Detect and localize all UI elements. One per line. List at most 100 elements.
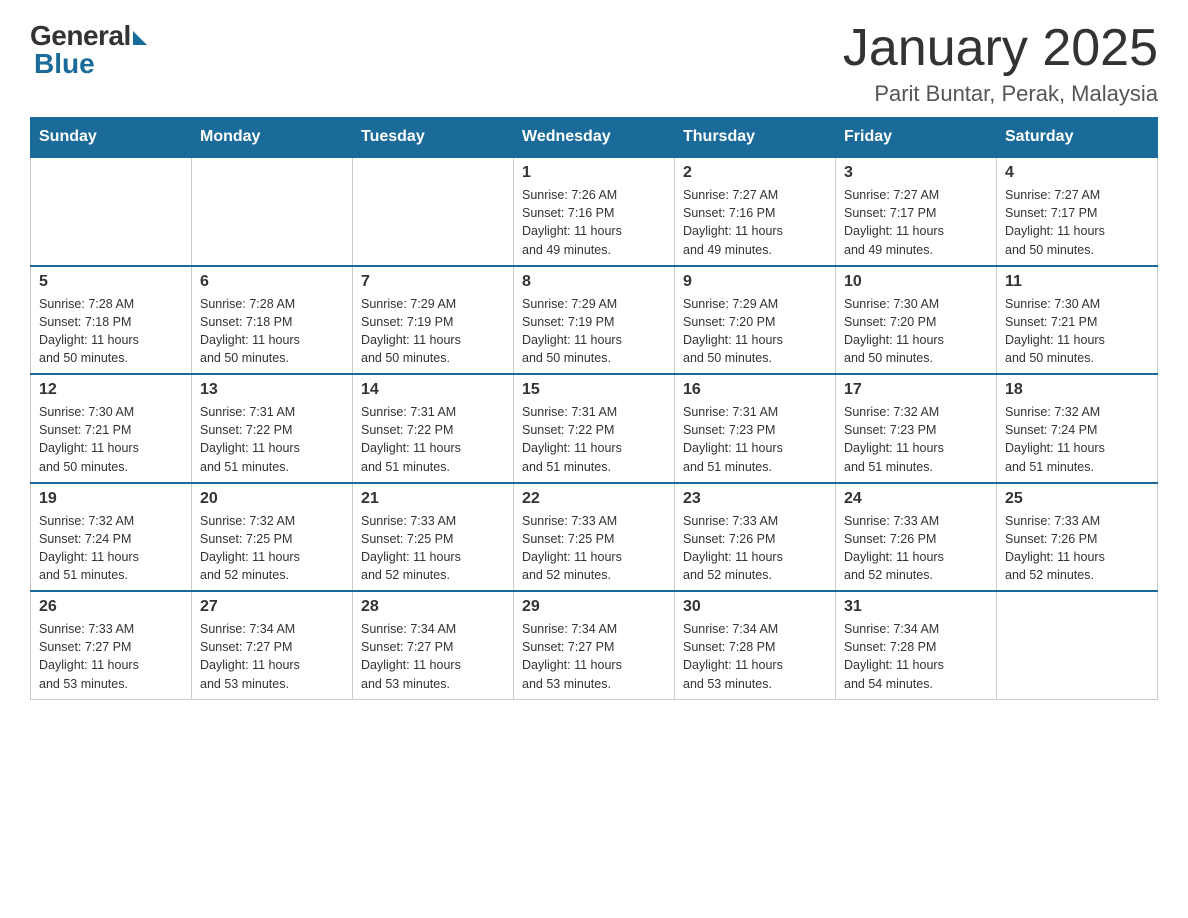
day-info: Sunrise: 7:32 AM Sunset: 7:23 PM Dayligh…: [844, 403, 988, 476]
day-cell-18: 18 Sunrise: 7:32 AM Sunset: 7:24 PM Dayli…: [997, 374, 1158, 483]
weekday-header-friday: Friday: [836, 118, 997, 158]
day-info: Sunrise: 7:33 AM Sunset: 7:26 PM Dayligh…: [844, 512, 988, 585]
day-info: Sunrise: 7:27 AM Sunset: 7:17 PM Dayligh…: [1005, 186, 1149, 259]
weekday-header-monday: Monday: [192, 118, 353, 158]
empty-cell: [353, 157, 514, 266]
day-number: 26: [39, 598, 183, 616]
day-cell-1: 1 Sunrise: 7:26 AM Sunset: 7:16 PM Daylig…: [514, 157, 675, 266]
logo-arrow-icon: [133, 31, 147, 45]
day-cell-30: 30 Sunrise: 7:34 AM Sunset: 7:28 PM Dayli…: [675, 591, 836, 699]
weekday-header-wednesday: Wednesday: [514, 118, 675, 158]
day-info: Sunrise: 7:33 AM Sunset: 7:27 PM Dayligh…: [39, 620, 183, 693]
day-number: 18: [1005, 381, 1149, 399]
logo: General Blue: [30, 20, 147, 80]
day-number: 1: [522, 164, 666, 182]
day-cell-24: 24 Sunrise: 7:33 AM Sunset: 7:26 PM Dayli…: [836, 483, 997, 592]
day-info: Sunrise: 7:31 AM Sunset: 7:23 PM Dayligh…: [683, 403, 827, 476]
day-number: 24: [844, 490, 988, 508]
day-cell-29: 29Sunrise: 7:34 AM Sunset: 7:27 PM Dayli…: [514, 591, 675, 699]
day-info: Sunrise: 7:27 AM Sunset: 7:17 PM Dayligh…: [844, 186, 988, 259]
day-info: Sunrise: 7:28 AM Sunset: 7:18 PM Dayligh…: [200, 295, 344, 368]
day-info: Sunrise: 7:32 AM Sunset: 7:24 PM Dayligh…: [1005, 403, 1149, 476]
day-number: 27: [200, 598, 344, 616]
day-cell-8: 8 Sunrise: 7:29 AM Sunset: 7:19 PM Daylig…: [514, 266, 675, 375]
day-cell-31: 31 Sunrise: 7:34 AM Sunset: 7:28 PM Dayli…: [836, 591, 997, 699]
location-title: Parit Buntar, Perak, Malaysia: [843, 81, 1158, 107]
day-cell-9: 9Sunrise: 7:29 AM Sunset: 7:20 PM Daylig…: [675, 266, 836, 375]
day-info: Sunrise: 7:30 AM Sunset: 7:21 PM Dayligh…: [39, 403, 183, 476]
day-number: 31: [844, 598, 988, 616]
week-row-5: 26 Sunrise: 7:33 AM Sunset: 7:27 PM Dayli…: [31, 591, 1158, 699]
day-info: Sunrise: 7:30 AM Sunset: 7:21 PM Dayligh…: [1005, 295, 1149, 368]
day-cell-22: 22Sunrise: 7:33 AM Sunset: 7:25 PM Dayli…: [514, 483, 675, 592]
page-header: General Blue January 2025 Parit Buntar, …: [30, 20, 1158, 107]
day-cell-7: 7Sunrise: 7:29 AM Sunset: 7:19 PM Daylig…: [353, 266, 514, 375]
day-info: Sunrise: 7:29 AM Sunset: 7:20 PM Dayligh…: [683, 295, 827, 368]
day-number: 4: [1005, 164, 1149, 182]
day-info: Sunrise: 7:32 AM Sunset: 7:25 PM Dayligh…: [200, 512, 344, 585]
day-info: Sunrise: 7:30 AM Sunset: 7:20 PM Dayligh…: [844, 295, 988, 368]
day-info: Sunrise: 7:29 AM Sunset: 7:19 PM Dayligh…: [522, 295, 666, 368]
day-number: 15: [522, 381, 666, 399]
day-info: Sunrise: 7:33 AM Sunset: 7:25 PM Dayligh…: [361, 512, 505, 585]
day-cell-12: 12 Sunrise: 7:30 AM Sunset: 7:21 PM Dayli…: [31, 374, 192, 483]
day-cell-20: 20 Sunrise: 7:32 AM Sunset: 7:25 PM Dayli…: [192, 483, 353, 592]
day-cell-16: 16 Sunrise: 7:31 AM Sunset: 7:23 PM Dayli…: [675, 374, 836, 483]
day-info: Sunrise: 7:31 AM Sunset: 7:22 PM Dayligh…: [200, 403, 344, 476]
week-row-3: 12 Sunrise: 7:30 AM Sunset: 7:21 PM Dayli…: [31, 374, 1158, 483]
month-title: January 2025: [843, 20, 1158, 77]
day-number: 20: [200, 490, 344, 508]
weekday-header-tuesday: Tuesday: [353, 118, 514, 158]
week-row-1: 1 Sunrise: 7:26 AM Sunset: 7:16 PM Daylig…: [31, 157, 1158, 266]
day-cell-3: 3 Sunrise: 7:27 AM Sunset: 7:17 PM Daylig…: [836, 157, 997, 266]
day-number: 30: [683, 598, 827, 616]
day-cell-17: 17 Sunrise: 7:32 AM Sunset: 7:23 PM Dayli…: [836, 374, 997, 483]
day-info: Sunrise: 7:31 AM Sunset: 7:22 PM Dayligh…: [361, 403, 505, 476]
day-info: Sunrise: 7:34 AM Sunset: 7:27 PM Dayligh…: [200, 620, 344, 693]
day-info: Sunrise: 7:34 AM Sunset: 7:27 PM Dayligh…: [361, 620, 505, 693]
day-number: 10: [844, 273, 988, 291]
day-info: Sunrise: 7:34 AM Sunset: 7:28 PM Dayligh…: [683, 620, 827, 693]
day-number: 14: [361, 381, 505, 399]
day-cell-10: 10 Sunrise: 7:30 AM Sunset: 7:20 PM Dayli…: [836, 266, 997, 375]
day-number: 17: [844, 381, 988, 399]
day-cell-25: 25 Sunrise: 7:33 AM Sunset: 7:26 PM Dayli…: [997, 483, 1158, 592]
day-cell-15: 15Sunrise: 7:31 AM Sunset: 7:22 PM Dayli…: [514, 374, 675, 483]
day-info: Sunrise: 7:34 AM Sunset: 7:28 PM Dayligh…: [844, 620, 988, 693]
day-cell-5: 5 Sunrise: 7:28 AM Sunset: 7:18 PM Daylig…: [31, 266, 192, 375]
weekday-header-thursday: Thursday: [675, 118, 836, 158]
day-cell-11: 11Sunrise: 7:30 AM Sunset: 7:21 PM Dayli…: [997, 266, 1158, 375]
day-info: Sunrise: 7:26 AM Sunset: 7:16 PM Dayligh…: [522, 186, 666, 259]
day-info: Sunrise: 7:33 AM Sunset: 7:26 PM Dayligh…: [683, 512, 827, 585]
day-number: 21: [361, 490, 505, 508]
day-cell-13: 13Sunrise: 7:31 AM Sunset: 7:22 PM Dayli…: [192, 374, 353, 483]
day-info: Sunrise: 7:27 AM Sunset: 7:16 PM Dayligh…: [683, 186, 827, 259]
day-cell-2: 2 Sunrise: 7:27 AM Sunset: 7:16 PM Daylig…: [675, 157, 836, 266]
day-info: Sunrise: 7:34 AM Sunset: 7:27 PM Dayligh…: [522, 620, 666, 693]
day-cell-26: 26 Sunrise: 7:33 AM Sunset: 7:27 PM Dayli…: [31, 591, 192, 699]
day-number: 2: [683, 164, 827, 182]
day-number: 6: [200, 273, 344, 291]
calendar-table: SundayMondayTuesdayWednesdayThursdayFrid…: [30, 117, 1158, 700]
weekday-header-saturday: Saturday: [997, 118, 1158, 158]
day-cell-14: 14 Sunrise: 7:31 AM Sunset: 7:22 PM Dayli…: [353, 374, 514, 483]
day-number: 25: [1005, 490, 1149, 508]
day-number: 23: [683, 490, 827, 508]
day-info: Sunrise: 7:33 AM Sunset: 7:25 PM Dayligh…: [522, 512, 666, 585]
day-number: 16: [683, 381, 827, 399]
calendar-header-row: SundayMondayTuesdayWednesdayThursdayFrid…: [31, 118, 1158, 158]
day-number: 3: [844, 164, 988, 182]
day-number: 5: [39, 273, 183, 291]
day-cell-23: 23 Sunrise: 7:33 AM Sunset: 7:26 PM Dayli…: [675, 483, 836, 592]
day-cell-19: 19Sunrise: 7:32 AM Sunset: 7:24 PM Dayli…: [31, 483, 192, 592]
logo-blue-text: Blue: [34, 48, 95, 80]
day-number: 12: [39, 381, 183, 399]
day-info: Sunrise: 7:28 AM Sunset: 7:18 PM Dayligh…: [39, 295, 183, 368]
empty-cell: [192, 157, 353, 266]
day-number: 8: [522, 273, 666, 291]
day-cell-4: 4 Sunrise: 7:27 AM Sunset: 7:17 PM Daylig…: [997, 157, 1158, 266]
week-row-4: 19Sunrise: 7:32 AM Sunset: 7:24 PM Dayli…: [31, 483, 1158, 592]
day-cell-6: 6 Sunrise: 7:28 AM Sunset: 7:18 PM Daylig…: [192, 266, 353, 375]
day-info: Sunrise: 7:33 AM Sunset: 7:26 PM Dayligh…: [1005, 512, 1149, 585]
day-cell-27: 27 Sunrise: 7:34 AM Sunset: 7:27 PM Dayli…: [192, 591, 353, 699]
